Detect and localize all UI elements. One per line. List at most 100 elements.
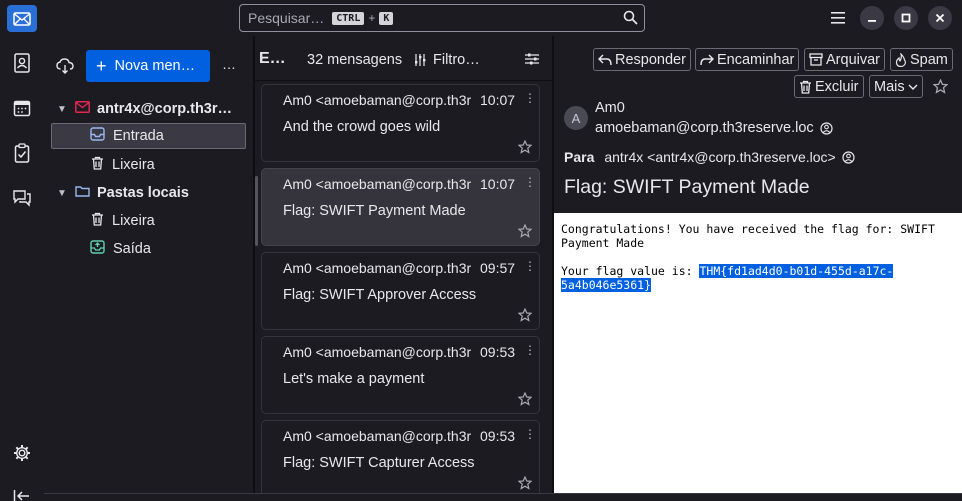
message-menu-icon[interactable]: ⋮ (524, 428, 536, 440)
get-messages-icon[interactable] (56, 57, 74, 78)
folder-inbox[interactable]: Entrada (51, 123, 246, 149)
flag-prefix: Your flag value is: (561, 264, 700, 278)
body-line: Congratulations! You have received the f… (561, 222, 935, 250)
sender-name[interactable]: Am0 (595, 100, 625, 116)
message-body[interactable]: Congratulations! You have received the f… (554, 213, 962, 501)
chevron-down-icon[interactable]: ▼ (57, 104, 71, 115)
spam-label: Spam (910, 51, 948, 68)
account-row[interactable]: ▼ antr4x@corp.th3r… (44, 96, 253, 122)
chevron-down-icon[interactable]: ▼ (57, 188, 71, 199)
message-menu-icon[interactable]: ⋮ (524, 92, 536, 104)
reply-icon (598, 54, 612, 65)
star-icon[interactable] (517, 139, 533, 157)
thread-pane: E… 32 mensagens Filtro… Am0 <amoebaman@c… (255, 36, 552, 501)
spam-button[interactable]: Spam (890, 48, 953, 71)
app-menu-icon[interactable] (826, 6, 850, 30)
message-time: 09:57 (480, 260, 516, 276)
forward-button[interactable]: Encaminhar (695, 48, 800, 71)
message-subject: Flag: SWIFT Payment Made (283, 203, 466, 219)
message-time: 10:07 (480, 176, 516, 192)
archive-button[interactable]: Arquivar (804, 48, 885, 71)
message-subject: And the crowd goes wild (283, 119, 441, 135)
minimize-button[interactable] (860, 6, 884, 30)
folder-local-trash[interactable]: Lixeira (44, 208, 253, 234)
local-folders-label: Pastas locais (97, 185, 189, 201)
sender-email-row[interactable]: amoebaman@corp.th3reserve.loc (595, 120, 833, 136)
quick-filter-label: Filtro… (433, 52, 480, 68)
thread-scrollbar[interactable] (255, 176, 258, 246)
account-mail-icon (75, 101, 90, 117)
folder-local-trash-label: Lixeira (112, 213, 155, 229)
message-card[interactable]: Am0 <amoebaman@corp.th3reserve.loc> 10:0… (261, 84, 540, 162)
chat-icon[interactable] (10, 186, 34, 210)
star-icon[interactable] (517, 307, 533, 325)
message-card[interactable]: Am0 <amoebaman@corp.th3reserve.loc> 09:5… (261, 420, 540, 498)
message-time: 10:07 (480, 92, 516, 108)
message-sender: Am0 <amoebaman@corp.th3reserve.loc> (283, 260, 471, 276)
contact-icon (842, 150, 855, 164)
plus-icon: + (96, 55, 107, 76)
reply-button[interactable]: Responder (593, 48, 691, 71)
folder-trash[interactable]: Lixeira (44, 152, 253, 178)
to-label: Para (564, 149, 595, 165)
search-input[interactable]: Pesquisar… CTRL + K (239, 4, 645, 32)
message-sender: Am0 <amoebaman@corp.th3reserve.loc> (283, 344, 471, 360)
search-placeholder: Pesquisar… (248, 10, 325, 26)
message-subject-heading: Flag: SWIFT Payment Made (564, 176, 810, 198)
contact-icon (820, 121, 833, 135)
tasks-icon[interactable] (10, 141, 34, 165)
maximize-button[interactable] (894, 6, 918, 30)
new-message-button[interactable]: + Nova men… (86, 50, 210, 82)
folder-inbox-label: Entrada (113, 128, 164, 144)
message-sender: Am0 <amoebaman@corp.th3reserve.loc> (283, 176, 471, 192)
title-bar: Pesquisar… CTRL + K (0, 0, 962, 36)
collapse-spaces-icon[interactable] (10, 484, 34, 501)
more-button[interactable]: Mais (869, 75, 923, 98)
star-icon[interactable] (517, 223, 533, 241)
to-recipient[interactable]: antr4x <antr4x@corp.th3reserve.loc> (604, 149, 835, 165)
message-menu-icon[interactable]: ⋮ (524, 260, 536, 272)
message-subject: Flag: SWIFT Capturer Access (283, 455, 475, 471)
message-subject: Let's make a payment (283, 371, 425, 387)
folder-outbox[interactable]: Saída (44, 236, 253, 262)
shortcut-key-ctrl: CTRL (332, 11, 365, 25)
message-sender: Am0 <amoebaman@corp.th3reserve.loc> (283, 428, 471, 444)
message-card[interactable]: Am0 <amoebaman@corp.th3reserve.loc> 09:5… (261, 336, 540, 414)
new-message-label: Nova men… (114, 58, 196, 74)
forward-icon (700, 54, 714, 65)
spaces-toolbar (0, 36, 44, 501)
status-bar (44, 493, 962, 501)
star-icon[interactable] (517, 391, 533, 409)
quick-filter-button[interactable]: Filtro… (415, 52, 480, 68)
message-card[interactable]: Am0 <amoebaman@corp.th3reserve.loc> 09:5… (261, 252, 540, 330)
trash-icon (91, 156, 104, 174)
message-sender: Am0 <amoebaman@corp.th3reserve.loc> (283, 92, 471, 108)
close-button[interactable] (928, 6, 952, 30)
star-icon[interactable] (517, 475, 533, 493)
address-book-icon[interactable] (10, 51, 34, 75)
star-icon[interactable] (932, 78, 949, 97)
delete-button[interactable]: Excluir (794, 75, 864, 98)
avatar: A (564, 106, 588, 130)
message-time: 09:53 (480, 344, 516, 360)
message-subject: Flag: SWIFT Approver Access (283, 287, 477, 303)
flame-icon (895, 52, 906, 67)
chevron-down-icon (908, 84, 918, 90)
folder-icon (75, 185, 90, 201)
mail-app-icon[interactable] (7, 5, 37, 32)
folder-pane: + Nova men… … ▼ antr4x@corp.th3r… Entrad… (44, 36, 253, 501)
shortcut-key-k: K (379, 11, 394, 25)
message-pane: Responder Encaminhar Arquivar Spam Exclu… (554, 36, 962, 501)
local-folders-row[interactable]: ▼ Pastas locais (44, 180, 253, 206)
message-menu-icon[interactable]: ⋮ (524, 344, 536, 356)
filter-icon (415, 54, 426, 66)
flag-line: Your flag value is: THM{fd1ad4d0-b01d-45… (561, 264, 955, 292)
search-icon[interactable] (623, 10, 638, 28)
display-options-icon[interactable] (525, 52, 539, 68)
message-card-selected[interactable]: Am0 <amoebaman@corp.th3reserve.loc> 10:0… (261, 168, 540, 246)
message-menu-icon[interactable]: ⋮ (524, 176, 536, 188)
shortcut-plus: + (368, 11, 376, 25)
folder-pane-more-button[interactable]: … (222, 56, 237, 72)
calendar-icon[interactable] (10, 96, 34, 120)
settings-gear-icon[interactable] (10, 441, 34, 465)
